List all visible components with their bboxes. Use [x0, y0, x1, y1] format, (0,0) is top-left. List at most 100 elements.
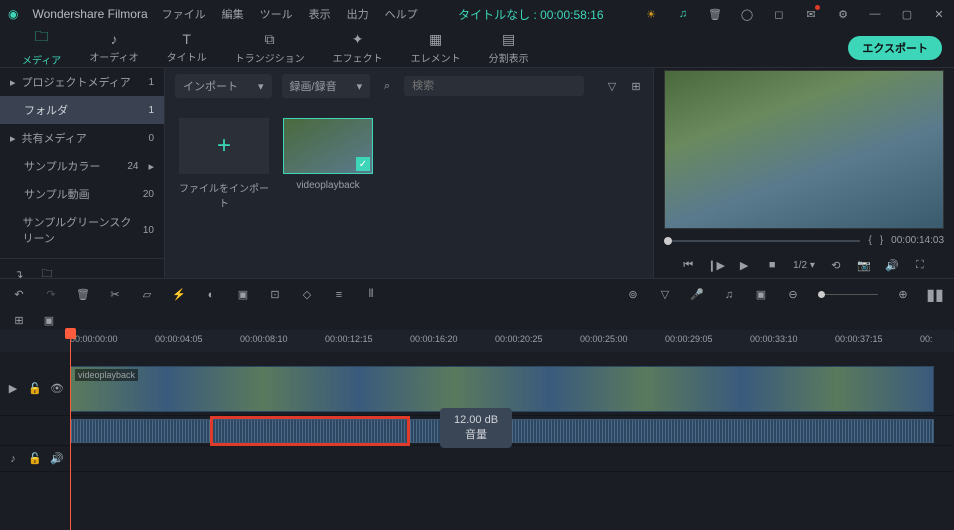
sidebar-sample-color[interactable]: サンプルカラー24▸	[0, 152, 164, 180]
speed-icon[interactable]: ⚡	[172, 288, 186, 302]
menu-edit[interactable]: 編集	[222, 6, 244, 22]
step-back-icon[interactable]: ❙▶	[709, 258, 723, 272]
brace-in-icon[interactable]: {	[868, 235, 871, 246]
trash-icon[interactable]: 🗑	[708, 7, 722, 21]
play-icon[interactable]: ▶	[737, 258, 751, 272]
tab-effect[interactable]: ✦エフェクト	[323, 29, 393, 67]
volume-icon[interactable]: 🔊	[885, 258, 899, 272]
zoom-out-icon[interactable]: ⊖	[786, 288, 800, 302]
menu-tools[interactable]: ツール	[260, 6, 293, 22]
crop-icon[interactable]: ▱	[140, 288, 154, 302]
headphones-icon[interactable]: ♫	[676, 7, 690, 21]
menu-help[interactable]: ヘルプ	[385, 6, 418, 22]
export-button[interactable]: エクスポート	[848, 36, 942, 60]
audio-track-icon: ♪	[6, 452, 20, 466]
time-ruler[interactable]: 00:00:00:00 00:00:04:05 00:00:08:10 00:0…	[0, 330, 954, 352]
folder-tree-icon[interactable]: 🗀	[40, 267, 54, 281]
track-options-icon[interactable]: ▣	[42, 313, 56, 327]
search-icon: ⌕	[380, 79, 394, 93]
sidebar-folder[interactable]: フォルダ1	[0, 96, 164, 124]
disc-icon[interactable]: ◻	[772, 7, 786, 21]
zoom-fit-icon[interactable]: ▮▮	[928, 288, 942, 302]
menu-file[interactable]: ファイル	[162, 6, 206, 22]
user-icon[interactable]: ◯	[740, 7, 754, 21]
highlight-box	[210, 416, 410, 446]
import-dropdown[interactable]: インポート▾	[175, 74, 272, 98]
mail-icon[interactable]: ✉	[804, 7, 818, 21]
tab-title[interactable]: Tタイトル	[157, 29, 217, 66]
app-logo-icon: ◉	[8, 7, 18, 21]
audio-adjust-icon[interactable]: ⫴	[364, 288, 378, 302]
keyframe-icon[interactable]: ◇	[300, 288, 314, 302]
loop-icon[interactable]: ⟲	[829, 258, 843, 272]
maximize-icon[interactable]: ▢	[900, 7, 914, 21]
media-clip-tile[interactable]: ✓ videoplayback	[283, 118, 373, 210]
sidebar-sample-video[interactable]: サンプル動画20	[0, 180, 164, 208]
video-track-icon: ▶	[6, 382, 20, 396]
marker-icon[interactable]: ▽	[658, 288, 672, 302]
undo-icon[interactable]: ↶	[12, 288, 26, 302]
tab-audio[interactable]: ♪オーディオ	[79, 29, 148, 66]
audio-track-linked: 12.00 dB 音量	[0, 416, 954, 446]
greenscreen-icon[interactable]: ▣	[236, 288, 250, 302]
track-manage-icon[interactable]: ⊞	[12, 313, 26, 327]
document-title: タイトルなし : 00:00:58:16	[432, 6, 630, 23]
audio-track-2: ♪ 🔓 🔊	[0, 446, 954, 472]
tab-transition[interactable]: ⧉トランジション	[225, 29, 315, 67]
playhead[interactable]	[70, 330, 71, 530]
menu-view[interactable]: 表示	[309, 6, 331, 22]
color-icon[interactable]: ◐	[204, 288, 218, 302]
tab-media[interactable]: 🗀メディア	[12, 24, 71, 71]
brace-out-icon[interactable]: }	[880, 235, 883, 246]
minimize-icon[interactable]: —	[868, 7, 882, 21]
tab-element[interactable]: ▦エレメント	[401, 29, 471, 67]
lightbulb-icon[interactable]: ☀	[644, 7, 658, 21]
redo-icon[interactable]: ↷	[44, 288, 58, 302]
tab-split[interactable]: ▤分割表示	[479, 29, 539, 67]
grid-view-icon[interactable]: ⊞	[629, 79, 643, 93]
detach-icon[interactable]: ⊡	[268, 288, 282, 302]
preview-panel: { } 00:00:14:03 ⏮ ❙▶ ▶ ■ 1/2 ▾ ⟲ 📷 🔊 ⛶	[654, 68, 954, 278]
check-icon: ✓	[356, 157, 370, 171]
video-clip[interactable]: videoplayback	[70, 366, 934, 412]
zoom-in-icon[interactable]: ⊕	[896, 288, 910, 302]
close-icon[interactable]: ✕	[932, 7, 946, 21]
snap-icon[interactable]: ▣	[754, 288, 768, 302]
settings-icon[interactable]: ⚙	[836, 7, 850, 21]
voiceover-icon[interactable]: 🎤	[690, 288, 704, 302]
lock-icon[interactable]: 🔓	[28, 452, 42, 466]
timeline: ⊞ ▣ 00:00:00:00 00:00:04:05 00:00:08:10 …	[0, 310, 954, 472]
mute-icon[interactable]: 🔊	[50, 452, 64, 466]
fullscreen-icon[interactable]: ⛶	[913, 258, 927, 272]
menu-output[interactable]: 出力	[347, 6, 369, 22]
media-browser: インポート▾ 録画/録音▾ ⌕ ▽ ⊞ + ファイルをインポート ✓ video…	[165, 68, 654, 278]
sidebar-project-media[interactable]: ▸プロジェクトメディア1	[0, 68, 164, 96]
snapshot-icon[interactable]: 📷	[857, 258, 871, 272]
sidebar-shared-media[interactable]: ▸共有メディア0	[0, 124, 164, 152]
import-file-tile[interactable]: + ファイルをインポート	[179, 118, 269, 210]
visibility-icon[interactable]: 👁	[50, 382, 64, 396]
filter-icon[interactable]: ▽	[605, 79, 619, 93]
new-folder-icon[interactable]: ↴	[12, 267, 26, 281]
preview-video	[664, 70, 944, 229]
media-sidebar: ▸プロジェクトメディア1 フォルダ1 ▸共有メディア0 サンプルカラー24▸ サ…	[0, 68, 165, 278]
stop-icon[interactable]: ■	[765, 258, 779, 272]
plus-icon: +	[217, 132, 231, 160]
workspace-tabs: 🗀メディア ♪オーディオ Tタイトル ⧉トランジション ✦エフェクト ▦エレメン…	[0, 28, 954, 68]
render-icon[interactable]: ⊚	[626, 288, 640, 302]
search-input[interactable]	[404, 76, 584, 96]
lock-icon[interactable]: 🔓	[28, 382, 42, 396]
sidebar-sample-greenscreen[interactable]: サンプルグリーンスクリーン10	[0, 208, 164, 252]
record-dropdown[interactable]: 録画/録音▾	[282, 74, 371, 98]
adjust-icon[interactable]: ≡	[332, 288, 346, 302]
cut-icon[interactable]: ✂	[108, 288, 122, 302]
preview-scrubber[interactable]	[664, 240, 860, 242]
speed-selector[interactable]: 1/2 ▾	[793, 260, 815, 271]
zoom-slider[interactable]	[818, 294, 878, 295]
preview-timecode: 00:00:14:03	[891, 235, 944, 246]
mixer-icon[interactable]: ♫	[722, 288, 736, 302]
volume-tooltip: 12.00 dB 音量	[440, 408, 512, 448]
prev-frame-icon[interactable]: ⏮	[681, 258, 695, 272]
delete-icon[interactable]: 🗑	[76, 288, 90, 302]
title-bar: ◉ Wondershare Filmora ファイル 編集 ツール 表示 出力 …	[0, 0, 954, 28]
